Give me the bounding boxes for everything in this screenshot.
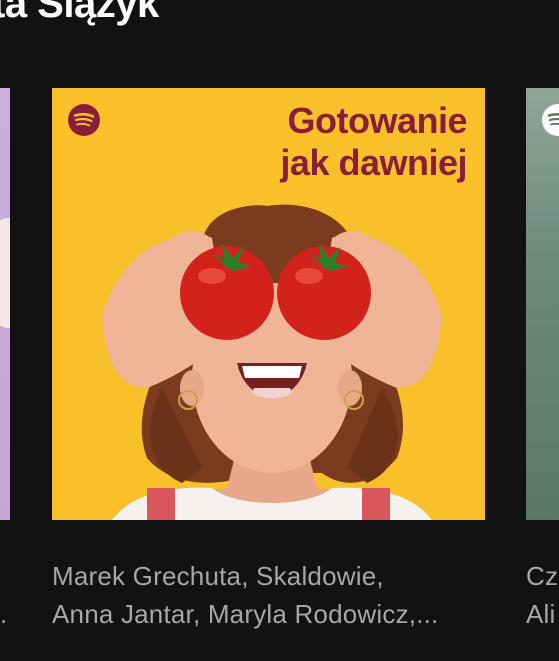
playlist-card-gotowanie[interactable]: Gotowanie jak dawniej Marek Grechuta, Sk… [52,88,485,633]
spotify-logo-icon [542,104,559,136]
playlist-description-left: . [0,557,10,633]
playlist-cover-left[interactable] [0,88,10,520]
cover-title-line-1: Gotowanie [287,100,467,141]
playlist-card-left[interactable]: . [0,88,10,633]
cover-art-figure [0,218,10,328]
description-line-1: Cz [526,561,559,591]
playlist-cover-right[interactable] [526,88,559,520]
playlist-description-right: Cz Ali [526,557,559,633]
playlist-card-right[interactable]: Cz Ali [526,88,559,633]
description-line-2: Anna Jantar, Maryla Rodowicz,... [52,599,439,629]
cover-title: Gotowanie jak dawniej [280,100,467,184]
description-line-2: . [0,599,8,629]
description-line-1 [0,557,10,595]
cover-title-line-2: jak dawniej [280,142,467,183]
description-line-2: Ali [526,599,556,629]
spotify-logo-icon [68,104,100,136]
section-title: ta Ślązyk [0,0,159,26]
playlist-description-gotowanie: Marek Grechuta, Skaldowie, Anna Jantar, … [52,557,485,633]
playlist-cover-gotowanie[interactable]: Gotowanie jak dawniej [52,88,485,520]
description-line-1: Marek Grechuta, Skaldowie, [52,561,384,591]
screen: ta Ślązyk . Gotowanie jak dawniej Marek … [0,0,559,661]
